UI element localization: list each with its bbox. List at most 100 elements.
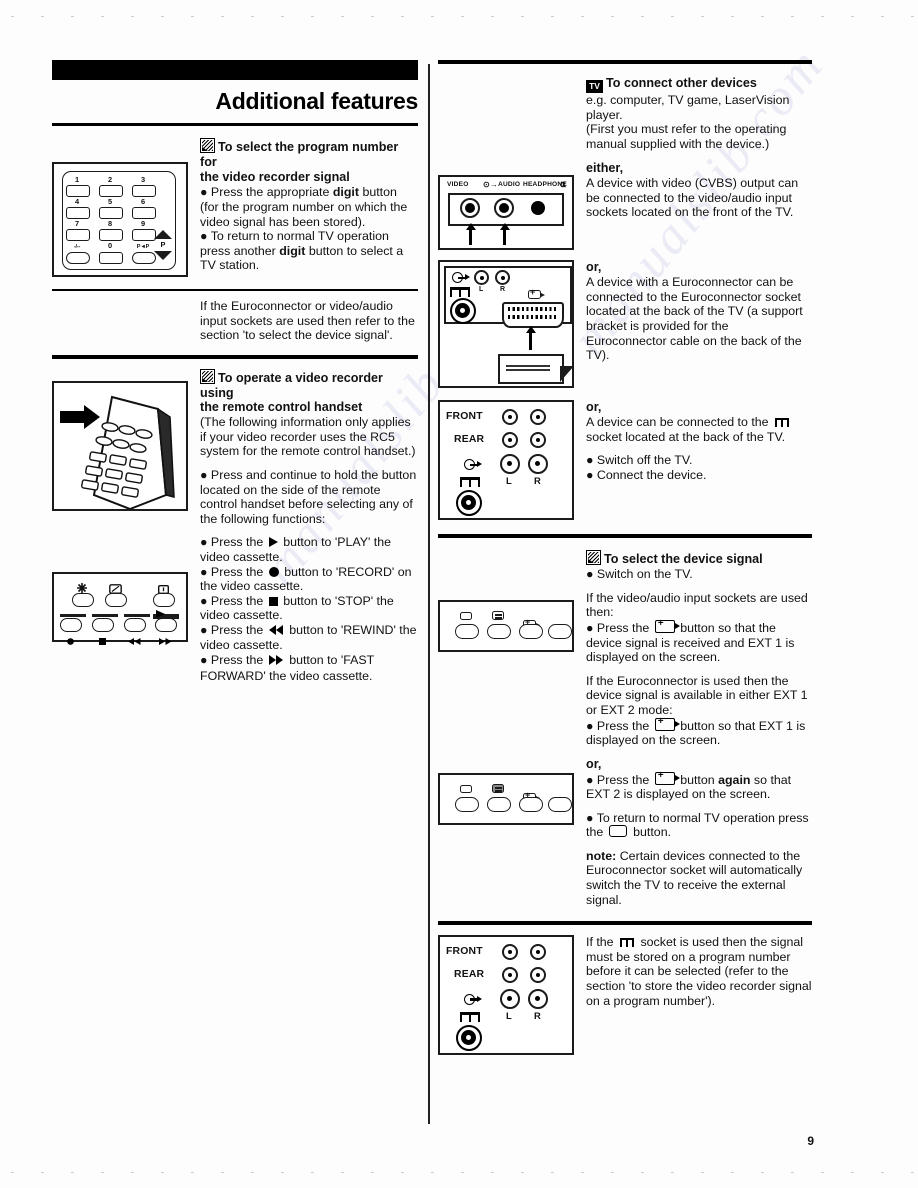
euroconnector-cable-plug (498, 354, 564, 385)
section-2-para-1: (The following information only applies … (200, 415, 416, 459)
section-2-para-2: ● Press and continue to hold the button … (200, 467, 417, 526)
aerial-icon (460, 476, 480, 488)
keypad-label-3: 3 (140, 175, 146, 184)
bullet-record-prefix: ● Press the (200, 564, 264, 579)
tv-control-button-menu-1[interactable] (487, 624, 511, 640)
section-select-device-signal: To select the device signal ● Switch on … (438, 550, 812, 907)
keypad-key-9[interactable] (132, 229, 156, 241)
section-4-first-step: ● Switch on the TV. (586, 567, 693, 582)
press-arrow-icon (60, 404, 100, 429)
section-select-program-number: 1 2 3 4 5 6 7 8 9 -/-- 0 P◄P P To select… (52, 138, 418, 277)
subsection-or-aerial: FRONT REAR L R or, A device can be conne… (438, 400, 812, 521)
back-panel-sockets-diagram-2: FRONT REAR L R (438, 935, 574, 1056)
note-1-bottom-rule (52, 354, 418, 359)
keypad-key-7[interactable] (66, 229, 90, 241)
vcr-button-brightness[interactable] (72, 593, 94, 607)
vcr-button-fastforward[interactable] (155, 618, 177, 632)
keypad-key-dashdash[interactable] (66, 252, 90, 264)
audio-out-icon (464, 994, 482, 1006)
back2-rear-jack-l[interactable] (502, 967, 518, 984)
keypad-key-0[interactable] (99, 252, 123, 264)
back-front-jack-r[interactable] (530, 409, 546, 426)
tv-control-buttons-diagram-2 (438, 773, 574, 826)
button-separator-bar-2 (92, 614, 118, 617)
section-aerial-socket-note: FRONT REAR L R If the socket is used the… (438, 935, 812, 1056)
back2-audio-out-jack-l[interactable] (500, 989, 520, 1010)
section-4-step-ext1: ● Press the button so that the device si… (586, 618, 812, 665)
vcr-button-rewind[interactable] (124, 618, 146, 632)
keypad-key-2[interactable] (99, 185, 123, 197)
tv-control-button-ext-2[interactable] (519, 797, 543, 813)
section-5-text: If the socket is used then the signal mu… (586, 935, 812, 1008)
back2-front-jack-l[interactable] (502, 944, 518, 961)
vcr-button-record[interactable] (60, 618, 82, 632)
tv-button-icon (608, 825, 627, 838)
figure-slot-keypad: 1 2 3 4 5 6 7 8 9 -/-- 0 P◄P P (52, 138, 192, 277)
fastforward-icon (268, 654, 284, 669)
tv-control-button-tv-1[interactable] (455, 624, 479, 640)
tv-button-icon (460, 785, 472, 794)
vcr-icon (200, 138, 215, 153)
section-5-part-1: If the (586, 935, 614, 950)
aerial-icon (450, 286, 470, 298)
note-label: note: (586, 848, 617, 863)
step-ext1-pre: ● Press the (586, 620, 650, 635)
section-4-step-return: ● To return to normal TV operation press… (586, 811, 812, 840)
tv-control-button-store-2[interactable] (548, 797, 572, 813)
keypad-label-9: 9 (140, 219, 146, 228)
back2-label-rear: REAR (454, 969, 485, 981)
section-1-heading: To select the program number for the vid… (200, 138, 418, 184)
back-rear-jack-r[interactable] (530, 432, 546, 449)
or-body-2: A device can be connected to the socket … (586, 415, 812, 482)
keypad-key-1[interactable] (66, 185, 90, 197)
back2-front-jack-r[interactable] (530, 944, 546, 961)
back-audio-out-jack-r[interactable] (528, 454, 548, 475)
keypad-key-6[interactable] (132, 207, 156, 219)
vcr-button-picture[interactable] (105, 593, 127, 607)
step-ext2-mid: button (680, 772, 715, 787)
keypad-label-6: 6 (140, 197, 146, 206)
vcr-icon (200, 368, 215, 384)
remote-keypad-diagram: 1 2 3 4 5 6 7 8 9 -/-- 0 P◄P P (52, 162, 188, 277)
keypad-key-4[interactable] (66, 207, 90, 219)
ext-button-icon (654, 770, 680, 785)
euroconnector-cable-tail (560, 366, 574, 383)
section-2-bullet-record: ● Press the button to 'RECORD' on the vi… (200, 565, 418, 594)
back-front-jack-l[interactable] (502, 409, 518, 426)
tv-icon: TV (586, 80, 603, 93)
section-2-bullet-fastforward: ● Press the button to 'FAST FORWARD' the… (200, 653, 418, 683)
section-4-para-2: If the Euroconnector is used then the de… (586, 673, 808, 717)
euroconnector-socket[interactable] (502, 302, 564, 329)
section-3-or-2-text: or, A device can be connected to the soc… (586, 400, 812, 482)
tv-control-button-tv-2[interactable] (455, 797, 479, 813)
or-label-2: or, (586, 400, 602, 415)
menu-button-icon (492, 784, 504, 794)
figure-slot-back-panel-1: FRONT REAR L R (438, 400, 578, 521)
or-body-1: A device with a Euroconnector can be con… (586, 275, 803, 363)
keypad-key-8[interactable] (99, 229, 123, 241)
back-label-front: FRONT (446, 411, 483, 423)
tv-control-button-ext-1[interactable] (519, 624, 543, 640)
back-aerial-coax-socket[interactable] (456, 490, 482, 517)
back2-audio-out-jack-r[interactable] (528, 989, 548, 1010)
program-up-button[interactable] (154, 230, 172, 239)
keypad-key-3[interactable] (132, 185, 156, 197)
back2-label-r: R (534, 1010, 541, 1022)
back-rear-jack-l[interactable] (502, 432, 518, 449)
section-4-text: To select the device signal ● Switch on … (586, 550, 812, 907)
back2-aerial-coax-socket[interactable] (456, 1025, 482, 1052)
or-2-step-2: ● Connect the device. (586, 467, 707, 482)
program-down-button[interactable] (154, 251, 172, 260)
back2-rear-jack-r[interactable] (530, 967, 546, 984)
vcr-button-stop[interactable] (92, 618, 114, 632)
keypad-key-pswap[interactable] (132, 252, 156, 264)
section-3-para-2: (First you must refer to the operating m… (586, 122, 787, 151)
audio-input-arrow (499, 223, 510, 246)
section-4-body: ● Switch on the TV. If the video/audio i… (586, 567, 812, 907)
back-audio-out-jack-l[interactable] (500, 454, 520, 475)
tv-control-button-menu-2[interactable] (487, 797, 511, 813)
tv-control-button-store-1[interactable] (548, 624, 572, 640)
aerial-icon (774, 416, 790, 428)
keypad-key-5[interactable] (99, 207, 123, 219)
or-2-sentence: A device can be connected to the socket … (586, 415, 812, 444)
